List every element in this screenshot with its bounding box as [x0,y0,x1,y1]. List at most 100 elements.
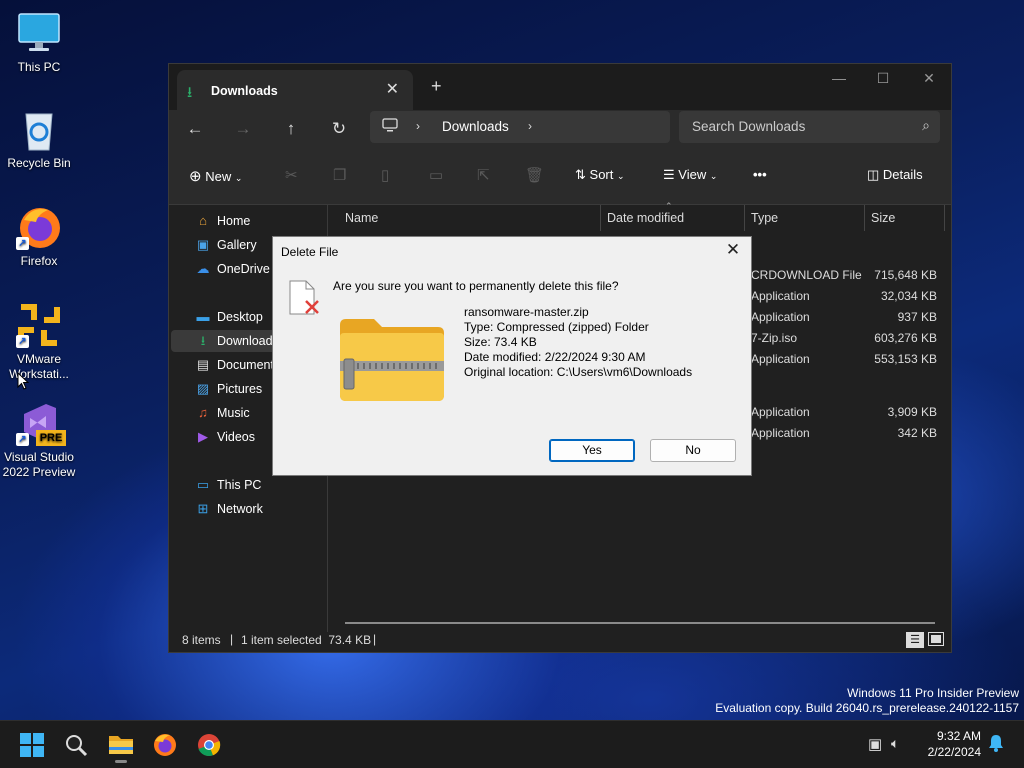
gallery-icon: ▣ [196,237,210,252]
sort-button[interactable]: ⇅ Sort ⌄ [575,167,625,183]
command-bar: ⊕ New ⌄ ✂ ❐ ▯ ▭ ⇱ 🗑 ⇅ Sort ⌄ ☰ View ⌄ ••… [169,150,951,205]
row-type: CRDOWNLOAD File [751,268,862,282]
details-label: Details [882,167,923,182]
details-view-icon[interactable]: ☰ [906,632,924,648]
row-type: Application [751,426,810,440]
title-bar: ⭳ Downloads ✕ + — ☐ ✕ [169,64,951,110]
details-pane-icon: ◫ [867,167,880,182]
column-header-size[interactable]: Size [865,205,945,231]
new-tab-button[interactable]: + [431,76,442,97]
row-size: 603,276 KB [874,331,937,345]
details-button[interactable]: ◫ Details [867,167,923,183]
file-explorer-taskbar-icon[interactable] [108,732,134,763]
yes-button[interactable]: Yes [549,439,635,462]
file-date-modified: Date modified: 2/22/2024 9:30 AM [464,350,646,364]
sidebar-item-label: Documents [217,358,281,372]
delete-icon[interactable]: 🗑 [525,166,544,184]
horizontal-scrollbar[interactable] [345,622,935,624]
more-options-button[interactable]: ••• [753,167,767,182]
clock-time[interactable]: 9:32 AM [937,729,981,743]
clock-date[interactable]: 2/22/2024 [928,745,981,759]
refresh-button[interactable]: ↻ [327,119,351,139]
firefox-taskbar-icon[interactable] [152,732,178,758]
desktop-icon-label: Visual Studio 2022 Preview [2,450,76,479]
row-type: Application [751,289,810,303]
sidebar-item-label: This PC [217,478,262,492]
network-icon[interactable]: ▣ [868,735,882,753]
desktop-icon-recycle-bin[interactable]: Recycle Bin [1,106,77,171]
address-bar[interactable]: › Downloads › [370,111,670,143]
sidebar-item-network[interactable]: ⊞ Network [171,498,325,520]
chrome-taskbar-icon[interactable] [196,732,222,758]
sidebar-item-label: Pictures [217,382,263,396]
sidebar-item-home[interactable]: ⌂ Home [171,210,325,232]
row-size: 553,153 KB [874,352,937,366]
copy-icon[interactable]: ❐ [333,166,346,184]
dialog-close-button[interactable]: ✕ [721,240,745,260]
tab-label: Downloads [211,84,278,98]
chevron-down-icon: ⌄ [617,171,625,181]
column-label: Name [345,211,379,225]
download-arrow-icon: ⭳ [187,84,193,101]
column-header-name[interactable]: Name [339,205,599,231]
firefox-icon: ↗ [16,204,62,250]
desktop-icon-label: VMware Workstati... [9,352,69,381]
column-divider[interactable] [944,205,945,231]
watermark-build: Evaluation copy. Build 26040.rs_prerelea… [715,701,1019,715]
row-type: 7-Zip.iso [751,331,798,345]
file-name: ransomware-master.zip [464,305,589,319]
forward-button[interactable]: → [231,119,255,139]
sidebar-item-label: OneDrive [217,262,270,276]
paste-icon[interactable]: ▯ [381,166,389,184]
active-app-indicator [115,760,127,763]
download-arrow-icon: ⭳ [200,333,206,348]
desktop-icon-firefox[interactable]: ↗ Firefox [1,204,77,269]
row-type: Application [751,352,810,366]
minimize-button[interactable]: — [819,70,859,86]
address-segment-downloads[interactable]: Downloads [442,119,509,134]
sort-icon: ⇅ [575,167,586,182]
column-header-date[interactable]: Date modified ⌃ [601,201,743,231]
back-button[interactable]: ← [183,119,207,139]
sidebar-item-this-pc[interactable]: ▭ This PC [171,474,325,496]
shortcut-arrow-icon: ↗ [16,335,29,348]
item-count: 8 items [182,633,221,647]
search-placeholder: Search Downloads [692,119,806,134]
file-size: Size: 73.4 KB [464,335,537,349]
dialog-question: Are you sure you want to permanently del… [333,279,619,293]
status-divider: | [373,632,377,646]
start-windows-icon[interactable] [20,733,44,757]
desktop-icon-this-pc[interactable]: This PC [1,10,77,75]
plus-circle-icon: ⊕ [189,168,202,185]
up-button[interactable]: ↑ [279,119,303,139]
search-box[interactable]: Search Downloads ⌕ [679,111,940,143]
sidebar-item-label: Downloads [217,334,279,348]
desktop-icon-visual-studio[interactable]: PRE ↗ Visual Studio 2022 Preview [1,400,77,480]
row-type: Application [751,405,810,419]
share-icon[interactable]: ⇱ [477,166,490,184]
search-icon[interactable] [64,733,90,759]
no-button[interactable]: No [650,439,736,462]
cut-icon[interactable]: ✂ [285,166,298,184]
volume-icon[interactable]: 🔈︎ [891,735,899,752]
close-window-button[interactable]: ✕ [909,70,949,87]
tab-downloads[interactable]: ⭳ Downloads ✕ [177,70,413,110]
close-tab-icon[interactable]: ✕ [386,79,399,99]
view-button[interactable]: ☰ View ⌄ [663,167,717,183]
monitor-icon [16,10,62,56]
desktop-icon-vmware[interactable]: ↗ VMware Workstati... [1,302,77,382]
notification-bell-icon[interactable] [988,734,1004,755]
new-label: New [205,169,232,184]
mouse-cursor-icon [17,372,29,390]
rename-icon[interactable]: ▭ [429,166,443,184]
picture-icon: ▨ [196,381,210,396]
maximize-button[interactable]: ☐ [863,70,903,87]
taskbar: ▣ 🔈︎ 9:32 AM 2/22/2024 [0,720,1024,768]
shortcut-arrow-icon: ↗ [16,433,29,446]
shortcut-arrow-icon: ↗ [16,237,29,250]
new-button[interactable]: ⊕ New ⌄ [189,167,242,185]
status-divider: | [230,632,234,646]
column-header-type[interactable]: Type [745,205,863,231]
music-icon: ♫ [198,405,208,420]
tiles-view-icon[interactable] [928,632,944,646]
